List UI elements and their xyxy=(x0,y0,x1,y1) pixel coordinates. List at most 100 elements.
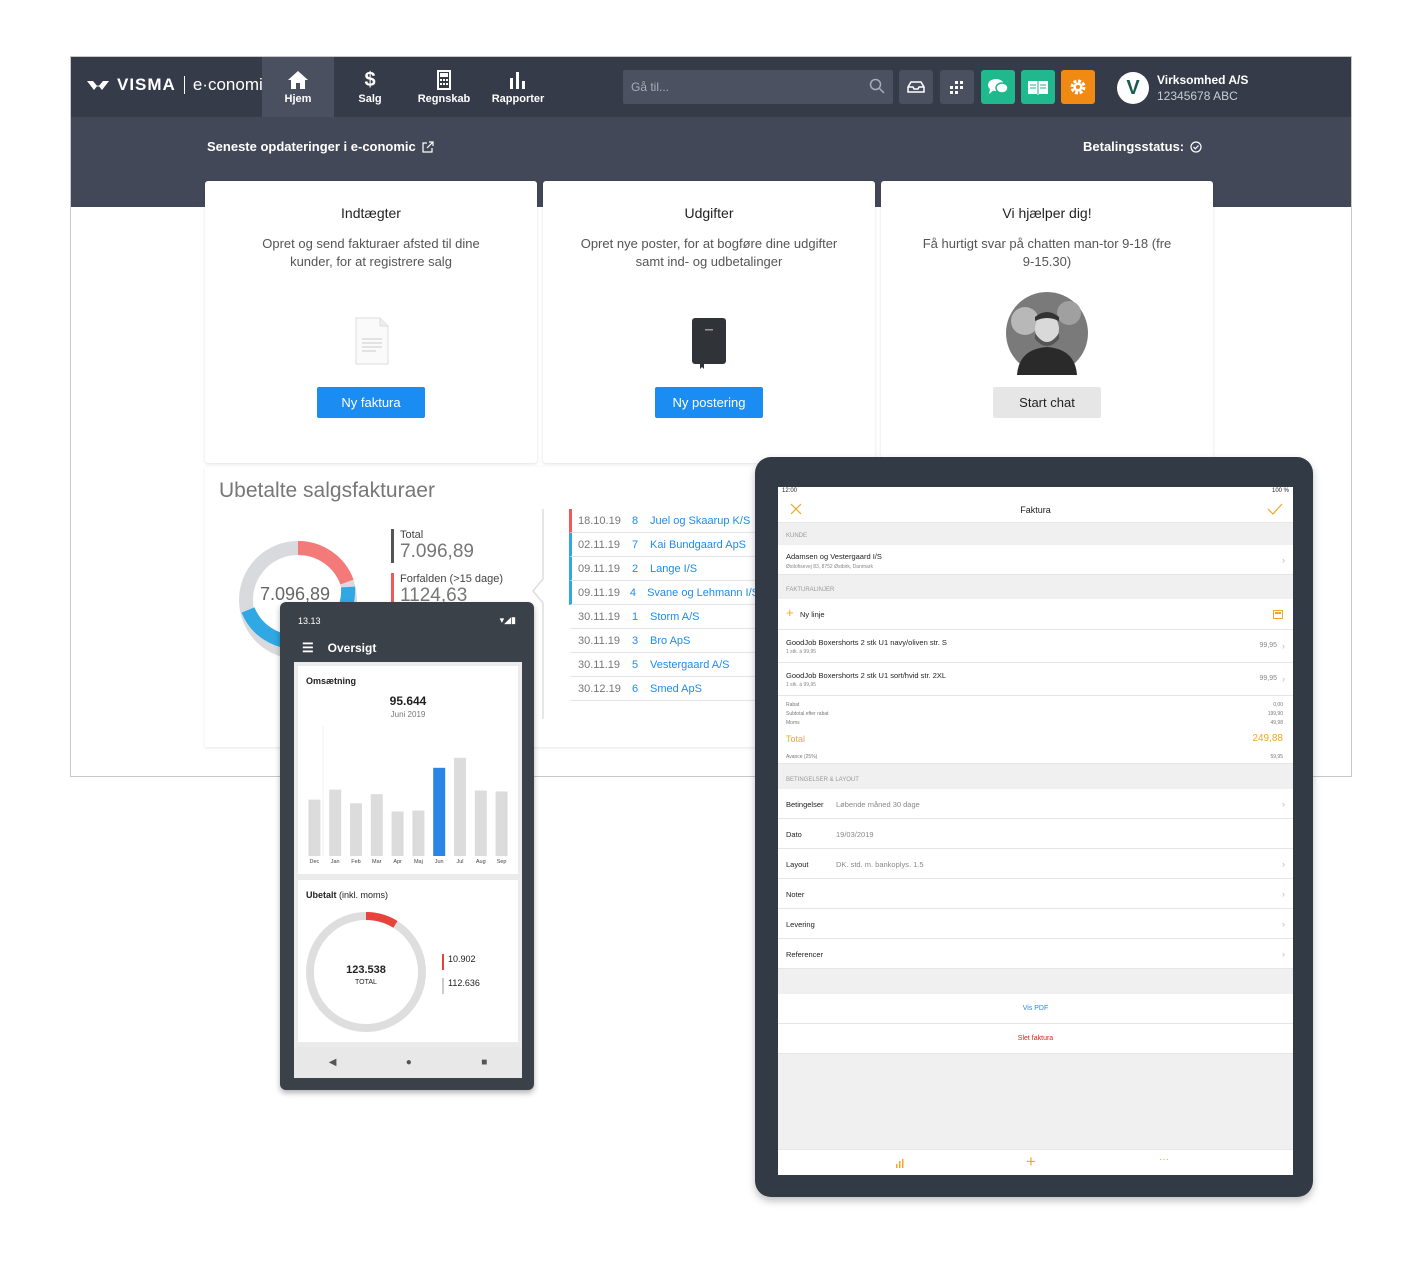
invoice-customer[interactable]: Kai Bundgaard ApS xyxy=(650,539,746,551)
new-posting-button[interactable]: Ny postering xyxy=(655,387,763,418)
customer-row[interactable]: Adamsen og Vestergaard I/S Østlofisevej … xyxy=(778,545,1293,575)
phone-app-bar: ☰ Oversigt xyxy=(294,634,522,662)
bar-maj[interactable] xyxy=(412,810,425,856)
nav-regnskab[interactable]: Regnskab xyxy=(408,57,480,117)
invoice-customer[interactable]: Lange I/S xyxy=(650,563,697,575)
invoice-line-2[interactable]: GoodJob Boxershorts 2 stk U1 sort/hvid s… xyxy=(778,663,1293,696)
invoice-row[interactable]: 09.11.19 2 Lange I/S xyxy=(569,557,759,581)
terms-row[interactable]: Layout DK. std. m. bankoplys. 1.5 › xyxy=(778,849,1293,879)
margin-value: 59,95 xyxy=(1270,754,1283,760)
bar-jul[interactable] xyxy=(454,757,466,856)
invoice-customer[interactable]: Storm A/S xyxy=(650,611,700,623)
search-input[interactable]: Gå til... xyxy=(623,70,893,104)
line-2-sub: 1 stk. á 99,95 xyxy=(786,682,817,688)
organization-switcher[interactable]: V Virksomhed A/S 12345678 ABC xyxy=(1117,72,1248,104)
unpaid-total: 123.538 xyxy=(346,964,386,976)
new-invoice-button[interactable]: Ny faktura xyxy=(317,387,425,418)
total-label: Total xyxy=(786,734,806,744)
bar-mar[interactable] xyxy=(370,794,383,856)
terms-row[interactable]: Dato 19/03/2019 xyxy=(778,819,1293,849)
unpaid-card[interactable]: Ubetalt (inkl. moms) 123.538 TOTAL 10.90… xyxy=(298,880,518,1042)
invoice-row[interactable]: 30.11.19 3 Bro ApS xyxy=(569,629,759,653)
terms-row[interactable]: Noter › xyxy=(778,879,1293,909)
bar-feb[interactable] xyxy=(350,803,362,856)
bar-sep[interactable] xyxy=(495,791,508,856)
terms-value: Løbende måned 30 dage xyxy=(836,800,920,809)
inbox-button[interactable] xyxy=(899,70,933,104)
add-icon[interactable]: + xyxy=(1026,1152,1036,1172)
bar-jan[interactable] xyxy=(329,789,342,856)
updates-link[interactable]: Seneste opdateringer i e-conomic xyxy=(207,139,434,154)
invoice-customer[interactable]: Bro ApS xyxy=(650,635,690,647)
invoice-row[interactable]: 09.11.19 4 Svane og Lehmann I/S xyxy=(569,581,759,605)
delete-invoice-button[interactable]: Slet faktura xyxy=(778,1024,1293,1054)
checkmark-icon[interactable] xyxy=(1267,503,1283,515)
organization-name: Virksomhed A/S xyxy=(1157,73,1249,87)
chevron-right-icon: › xyxy=(1282,555,1285,565)
new-line-label: Ny linje xyxy=(800,610,825,619)
open-book-icon xyxy=(1028,81,1048,95)
line-2-name: GoodJob Boxershorts 2 stk U1 sort/hvid s… xyxy=(786,671,947,680)
terms-label: Betingelser xyxy=(786,800,824,809)
visma-economic-logo[interactable]: VISMA e·conomic xyxy=(87,75,271,95)
product-catalog-icon[interactable] xyxy=(1273,610,1283,619)
invoice-row[interactable]: 18.10.19 8 Juel og Skaarup K/S xyxy=(569,509,759,533)
margin-label: Avance (25%) xyxy=(786,754,818,760)
terms-label: Referencer xyxy=(786,950,824,959)
invoice-number[interactable]: 7 xyxy=(632,539,650,551)
visma-mark-icon xyxy=(87,81,109,90)
start-chat-button[interactable]: Start chat xyxy=(993,387,1101,418)
recents-icon[interactable]: ■ xyxy=(481,1057,487,1068)
more-icon[interactable]: ··· xyxy=(1159,1154,1169,1165)
nav-hjem[interactable]: Hjem xyxy=(262,57,334,117)
invoice-line-1[interactable]: GoodJob Boxershorts 2 stk U1 navy/oliven… xyxy=(778,630,1293,663)
invoice-number[interactable]: 1 xyxy=(632,611,650,623)
donut-segment-overdue xyxy=(297,540,354,585)
invoice-row[interactable]: 30.11.19 5 Vestergaard A/S xyxy=(569,653,759,677)
terms-row[interactable]: Betingelser Løbende måned 30 dage › xyxy=(778,789,1293,819)
chat-button[interactable] xyxy=(981,70,1015,104)
invoice-row[interactable]: 30.12.19 6 Smed ApS xyxy=(569,677,759,701)
help-book-button[interactable] xyxy=(1021,70,1055,104)
bar-jun[interactable] xyxy=(433,767,446,856)
invoice-row[interactable]: 30.11.19 1 Storm A/S xyxy=(569,605,759,629)
line-1-name: GoodJob Boxershorts 2 stk U1 navy/oliven… xyxy=(786,638,947,647)
invoice-number[interactable]: 8 xyxy=(632,515,650,527)
brand-product: e·conomic xyxy=(192,75,272,94)
show-pdf-button[interactable]: Vis PDF xyxy=(778,994,1293,1024)
card-help-text: Få hurtigt svar på chatten man-tor 9-18 … xyxy=(922,236,1172,269)
stats-icon[interactable] xyxy=(895,1158,905,1168)
search-placeholder: Gå til... xyxy=(631,80,670,94)
home-circle-icon[interactable]: ● xyxy=(406,1057,412,1068)
invoice-number[interactable]: 5 xyxy=(632,659,650,671)
bar-aug[interactable] xyxy=(474,790,487,856)
apps-button[interactable] xyxy=(940,70,974,104)
settings-button[interactable] xyxy=(1061,70,1095,104)
invoice-number[interactable]: 2 xyxy=(632,563,650,575)
terms-value: 19/03/2019 xyxy=(836,830,874,839)
gear-icon xyxy=(1070,79,1086,95)
invoice-list: 18.10.19 8 Juel og Skaarup K/S 02.11.19 7 Kai… xyxy=(569,509,769,709)
terms-row[interactable]: Referencer › xyxy=(778,939,1293,969)
chevron-right-icon: › xyxy=(1282,889,1285,899)
bar-apr[interactable] xyxy=(391,811,404,856)
invoice-row[interactable]: 02.11.19 7 Kai Bundgaard ApS xyxy=(569,533,759,557)
nav-salg[interactable]: $ Salg xyxy=(334,57,406,117)
nav-rapporter[interactable]: Rapporter xyxy=(482,57,554,117)
home-icon xyxy=(288,70,308,89)
invoice-customer[interactable]: Juel og Skaarup K/S xyxy=(650,515,750,527)
chevron-right-icon: › xyxy=(1282,674,1285,684)
terms-row[interactable]: Levering › xyxy=(778,909,1293,939)
invoice-customer[interactable]: Vestergaard A/S xyxy=(650,659,730,671)
new-line-row[interactable]: + Ny linje xyxy=(778,599,1293,630)
back-icon[interactable]: ◀ xyxy=(329,1057,337,1068)
invoice-number[interactable]: 4 xyxy=(630,587,647,599)
bar-dec[interactable] xyxy=(308,799,321,856)
invoice-number[interactable]: 3 xyxy=(632,635,650,647)
payment-status[interactable]: Betalingsstatus: xyxy=(1083,139,1202,154)
invoice-customer[interactable]: Svane og Lehmann I/S xyxy=(647,587,759,599)
invoice-customer[interactable]: Smed ApS xyxy=(650,683,702,695)
hamburger-menu-icon[interactable]: ☰ xyxy=(302,640,314,656)
invoice-number[interactable]: 6 xyxy=(632,683,650,695)
revenue-card[interactable]: Omsætning 95.644 Juni 2019 Dec Jan Feb Mar A… xyxy=(298,666,518,874)
